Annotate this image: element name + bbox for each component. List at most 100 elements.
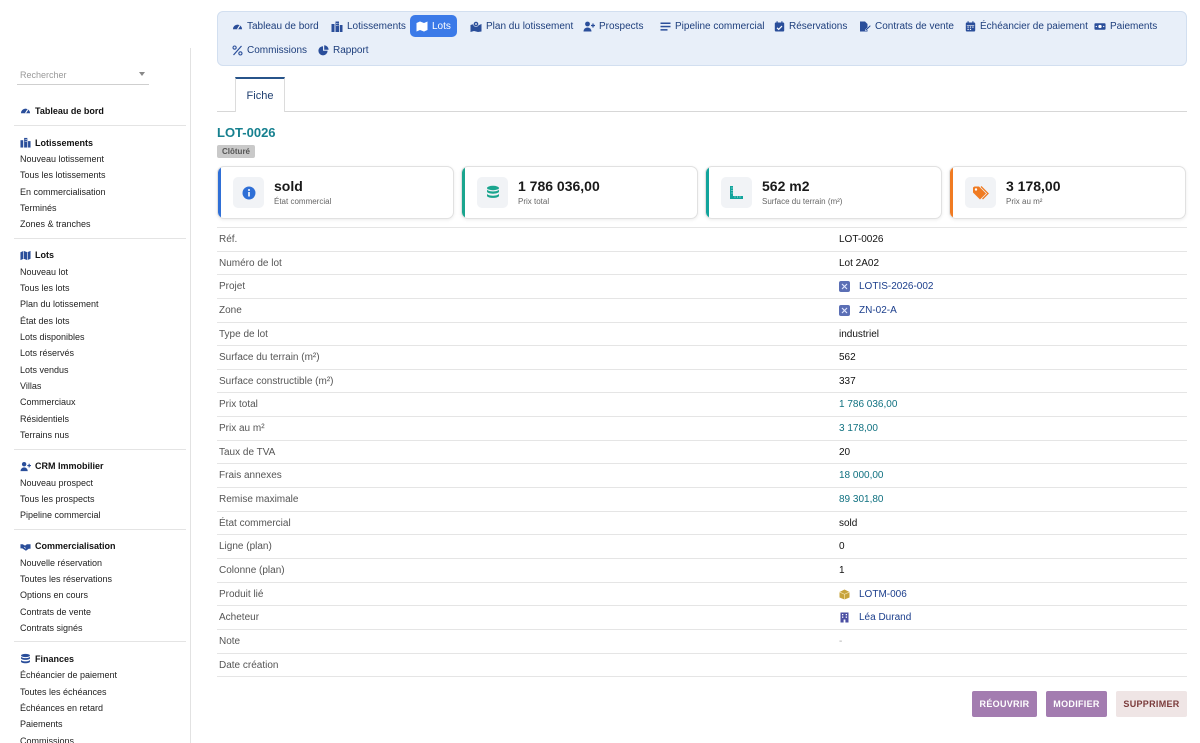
detail-value-text[interactable]: Léa Durand [859, 612, 911, 623]
chevron-down-icon[interactable] [139, 72, 145, 76]
detail-row-colonne-plan: Colonne (plan) 1 [217, 559, 1187, 583]
coins-icon [20, 653, 31, 664]
nav-tab-pipeline-commercial[interactable]: Pipeline commercial [653, 15, 770, 37]
nav-tab-label: Commissions [247, 44, 308, 56]
nav-tab-rapport[interactable]: Rapport [311, 39, 375, 61]
detail-label: Zone [219, 304, 242, 316]
sidebar-heading-finances[interactable]: Finances [14, 650, 186, 667]
detail-value-text[interactable]: LOTM-006 [859, 589, 907, 600]
nav-tab-label: Prospects [599, 20, 644, 32]
sidebar-item-zones-tranches[interactable]: Zones & tranches [14, 216, 186, 232]
sidebar-item-nouveau-prospect[interactable]: Nouveau prospect [14, 475, 186, 491]
sidebar-item-nouvelle-reservation[interactable]: Nouvelle réservation [14, 555, 186, 571]
nav-tab-label: Lots [432, 20, 451, 32]
sidebar-item-commerciaux[interactable]: Commerciaux [14, 394, 186, 410]
sidebar-item-echeances-en-retard[interactable]: Échéances en retard [14, 700, 186, 716]
sidebar-item-commissions[interactable]: Commissions [14, 733, 186, 743]
detail-value: 562 [839, 352, 856, 363]
detail-value-text[interactable]: LOTIS-2026-002 [859, 281, 934, 292]
detail-value-text: 20 [839, 446, 851, 458]
nav-tab-lots[interactable]: Lots [410, 15, 457, 37]
sidebar-item-villas[interactable]: Villas [14, 378, 186, 394]
sidebar-item-lots-reserves[interactable]: Lots réservés [14, 345, 186, 361]
search-input[interactable]: Rechercher [17, 67, 149, 85]
summary-card-surface-du-terrain-m: 562 m2 Surface du terrain (m²) [705, 166, 942, 219]
sidebar-item-nouveau-lot[interactable]: Nouveau lot [14, 264, 186, 280]
sidebar-item-paiements[interactable]: Paiements [14, 716, 186, 732]
info-icon [233, 177, 264, 208]
nav-tab-tableau-de-bord[interactable]: Tableau de bord [225, 15, 325, 37]
sidebar-item-lots-disponibles[interactable]: Lots disponibles [14, 329, 186, 345]
sidebar-item-contrats-signes[interactable]: Contrats signés [14, 620, 186, 636]
nav-tab-commissions[interactable]: Commissions [225, 39, 313, 61]
detail-value: 20 [839, 447, 850, 458]
detail-value[interactable]: ZN-02-A [839, 304, 897, 316]
detail-row-surface-du-terrain-m: Surface du terrain (m²) 562 [217, 346, 1187, 370]
edit-button[interactable]: MODIFIER [1046, 691, 1107, 717]
sidebar-item-tous-les-lots[interactable]: Tous les lots [14, 280, 186, 296]
nav-tab-prospects[interactable]: Prospects [577, 15, 649, 37]
detail-value: - [839, 636, 842, 647]
detail-row-projet: Projet LOTIS-2026-002 [217, 275, 1187, 299]
sidebar-item-etat-des-lots[interactable]: État des lots [14, 313, 186, 329]
nav-tab-label: Tableau de bord [247, 20, 319, 32]
nav-tab-lotissements[interactable]: Lotissements [325, 15, 412, 37]
sidebar-item-pipeline-commercial[interactable]: Pipeline commercial [14, 507, 186, 523]
delete-button[interactable]: SUPPRIMER [1116, 691, 1187, 717]
nav-tab-contrats-de-vente[interactable]: Contrats de vente [853, 15, 960, 37]
sidebar-item-toutes-les-reservations[interactable]: Toutes les réservations [14, 571, 186, 587]
sidebar-heading-label: Lotissements [35, 137, 94, 148]
nav-tab-paiements[interactable]: Paiements [1088, 15, 1163, 37]
sidebar-heading-commercialisation[interactable]: Commercialisation [14, 538, 186, 555]
sidebar-item-lots-vendus[interactable]: Lots vendus [14, 362, 186, 378]
detail-value[interactable]: LOTM-006 [839, 589, 907, 600]
sidebar-heading-lotissements[interactable]: Lotissements [14, 134, 186, 151]
detail-value[interactable]: Léa Durand [839, 612, 911, 623]
sidebar-item-tous-les-prospects[interactable]: Tous les prospects [14, 491, 186, 507]
money-icon [1094, 21, 1106, 32]
nav-tab-plan-du-lotissement[interactable]: Plan du lotissement [464, 15, 579, 37]
detail-value-text: Lot 2A02 [839, 257, 880, 269]
detail-value: sold [839, 518, 857, 529]
detail-value[interactable]: LOTIS-2026-002 [839, 281, 934, 293]
search-placeholder: Rechercher [20, 70, 67, 80]
detail-label: Prix au m² [219, 423, 265, 435]
nav-tab-label: Plan du lotissement [486, 20, 574, 32]
calendar-check-icon [773, 20, 785, 32]
handshake-icon [20, 541, 31, 552]
sidebar-heading-lots[interactable]: Lots [14, 247, 186, 264]
sidebar-heading-crm-immobilier[interactable]: CRM Immobilier [14, 458, 186, 475]
sidebar-section-lotissements: Lotissements Nouveau lotissement Tous les … [14, 132, 186, 239]
detail-value-text: 89 301,80 [839, 494, 884, 506]
sidebar-item-residentiels[interactable]: Résidentiels [14, 411, 186, 427]
details-table: Réf. LOT-0026 Numéro de lot Lot 2A02 Proje… [217, 227, 1187, 678]
detail-value-text[interactable]: ZN-02-A [859, 305, 897, 316]
nav-tab-reservations[interactable]: Réservations [767, 15, 853, 37]
card-label: État commercial [274, 197, 332, 206]
percent-icon [231, 44, 243, 56]
card-accent-bar [706, 167, 709, 218]
sidebar-item-options-en-cours[interactable]: Options en cours [14, 587, 186, 603]
sidebar-item-en-commercialisation[interactable]: En commercialisation [14, 184, 186, 200]
detail-label: État commercial [219, 517, 291, 529]
coins-icon [477, 177, 508, 208]
sidebar-item-terrains-nus[interactable]: Terrains nus [14, 427, 186, 443]
map-icon [20, 250, 31, 261]
detail-value-text: 3 178,00 [839, 423, 878, 435]
nav-tab-echeancier-de-paiement[interactable]: Échéancier de paiement [958, 15, 1094, 37]
sidebar-menu: Tableau de bord Lotissements Nouveau lotis… [14, 100, 186, 743]
sidebar-item-termines[interactable]: Terminés [14, 200, 186, 216]
sidebar-item-tous-les-lotissements[interactable]: Tous les lotissements [14, 167, 186, 183]
sidebar-item-toutes-les-echeances[interactable]: Toutes les échéances [14, 684, 186, 700]
detail-row-zone: Zone ZN-02-A [217, 299, 1187, 323]
sidebar-item-nouveau-lotissement[interactable]: Nouveau lotissement [14, 151, 186, 167]
tab-fiche[interactable]: Fiche [235, 77, 285, 112]
nav-tab-label: Pipeline commercial [675, 20, 765, 32]
pie-chart-icon [317, 44, 329, 56]
sidebar-heading-tableau-de-bord[interactable]: Tableau de bord [14, 102, 186, 119]
reopen-button[interactable]: RÉOUVRIR [972, 691, 1037, 717]
sidebar-item-echeancier-de-paiement[interactable]: Échéancier de paiement [14, 667, 186, 683]
sidebar-item-plan-du-lotissement[interactable]: Plan du lotissement [14, 296, 186, 312]
sidebar-item-contrats-de-vente[interactable]: Contrats de vente [14, 604, 186, 620]
detail-value-text: 562 [839, 352, 856, 364]
